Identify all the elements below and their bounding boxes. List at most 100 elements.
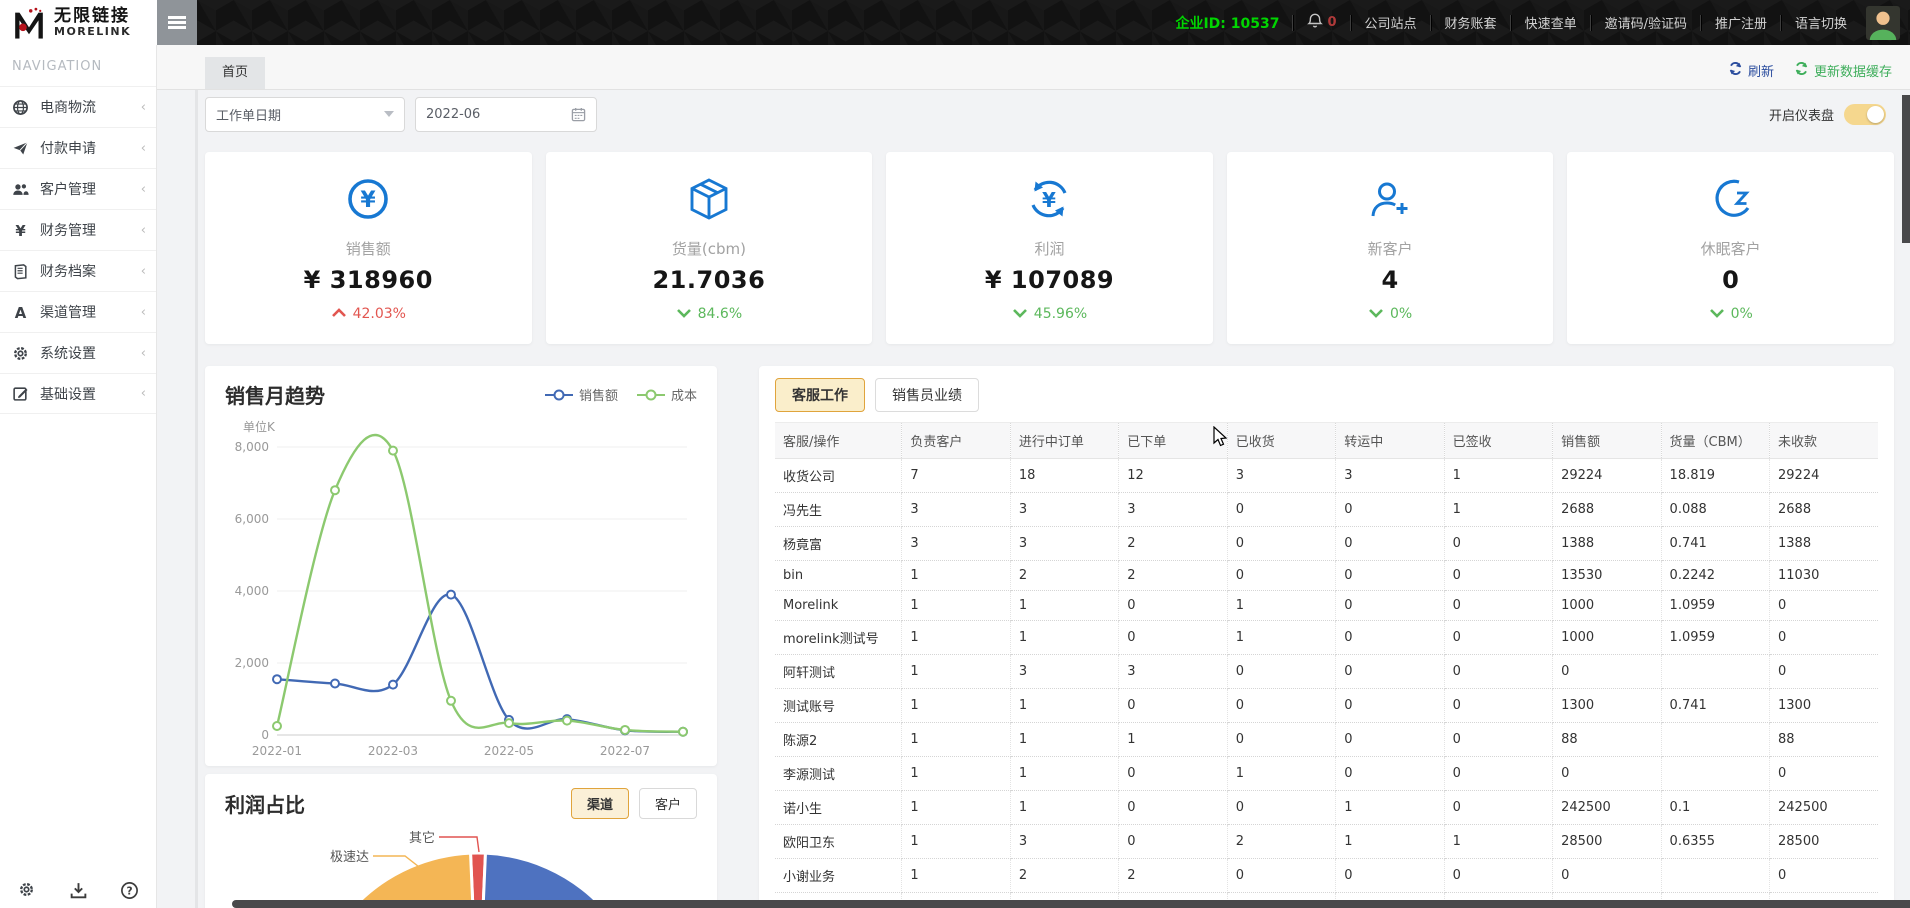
month-value: 2022-06 [426, 107, 480, 122]
content-area: 工作单日期 2022-06 开启仪表盘 [157, 90, 1910, 908]
date-type-select[interactable]: 工作单日期 [205, 97, 405, 132]
legend-label: 销售额 [579, 385, 618, 404]
svg-text:2022-07: 2022-07 [600, 744, 650, 758]
table-header-cell[interactable]: 货量（CBM） [1661, 423, 1769, 459]
user-avatar[interactable] [1866, 6, 1900, 40]
legend-swatch [636, 388, 666, 402]
topbar-link-6[interactable]: 语言切换 [1782, 13, 1860, 32]
vertical-scrollbar[interactable] [1902, 95, 1910, 243]
month-picker-input[interactable]: 2022-06 [415, 97, 597, 132]
table-header-cell[interactable]: 已收货 [1227, 423, 1335, 459]
table-cell-name: morelink测试号 [775, 621, 902, 655]
kpi-delta: 84.6% [698, 306, 742, 322]
help-icon[interactable]: ? [120, 881, 139, 900]
table-row[interactable]: 欧阳卫东130211285000.635528500 [775, 825, 1878, 859]
sales-trend-title: 销售月趋势 [225, 380, 325, 409]
edit-icon [12, 386, 32, 402]
sidebar-toggle-button[interactable] [157, 0, 197, 45]
table-cell: 1 [1010, 791, 1118, 825]
table-row[interactable]: Morelink11010010001.09590 [775, 591, 1878, 621]
calendar-icon [571, 107, 586, 122]
pie-mode-1-button[interactable]: 渠道 [571, 788, 629, 819]
table-cell: 0 [1444, 591, 1552, 621]
table-cell: 0 [1553, 655, 1661, 689]
table-row[interactable]: 李源测试11010000 [775, 757, 1878, 791]
legend-item-1[interactable]: 销售额 [544, 385, 618, 404]
table-cell: 2688 [1770, 493, 1879, 527]
sidebar-item-5[interactable]: 财务档案‹ [0, 250, 156, 291]
table-row[interactable]: 测试账号11000013000.7411300 [775, 689, 1878, 723]
hamburger-icon [168, 16, 186, 29]
sidebar-item-7[interactable]: 系统设置‹ [0, 332, 156, 373]
topbar-link-3[interactable]: 快速查单 [1512, 13, 1590, 32]
tab-home[interactable]: 首页 [205, 57, 265, 89]
table-cell-name: 欧阳卫东 [775, 825, 902, 859]
table-cell-name: 诺小生 [775, 791, 902, 825]
table-header-cell[interactable]: 未收款 [1770, 423, 1879, 459]
table-cell [1661, 655, 1769, 689]
table-cell: 3 [1010, 825, 1118, 859]
legend-item-2[interactable]: 成本 [636, 385, 697, 404]
brand-name-en: MORELINK [54, 26, 131, 38]
svg-text:2022-03: 2022-03 [368, 744, 418, 758]
update-cache-button[interactable]: 更新数据缓存 [1794, 61, 1892, 80]
table-row[interactable]: morelink测试号11010010001.09590 [775, 621, 1878, 655]
table-cell: 0 [1444, 791, 1552, 825]
yen-icon: ¥ [12, 222, 32, 238]
sidebar-item-6[interactable]: A渠道管理‹ [0, 291, 156, 332]
sidebar-item-3[interactable]: 客户管理‹ [0, 168, 156, 209]
notification-bell[interactable]: 0 [1294, 12, 1349, 33]
topbar-link-5[interactable]: 推广注册 [1702, 13, 1780, 32]
horizontal-scrollbar[interactable] [232, 900, 1910, 908]
table-row[interactable]: bin122000135300.224211030 [775, 561, 1878, 591]
pie-mode-2-button[interactable]: 客户 [639, 788, 697, 819]
table-header-cell[interactable]: 负责客户 [902, 423, 1010, 459]
work-table-card: 客服工作销售员业绩 客服/操作负责客户进行中订单已下单已收货转运中已签收销售额货… [759, 366, 1894, 908]
kpi-value: ¥ 318960 [304, 266, 433, 294]
table-row[interactable]: 收货公司718123312922418.81929224 [775, 459, 1878, 493]
table-cell: 0 [1444, 859, 1552, 893]
mouse-cursor [1210, 426, 1230, 448]
dashboard-toggle[interactable] [1844, 104, 1886, 125]
topbar-link-1[interactable]: 公司站点 [1352, 13, 1430, 32]
table-header-cell[interactable]: 销售额 [1553, 423, 1661, 459]
table-row[interactable]: 小谢业务12200000 [775, 859, 1878, 893]
svg-text:?: ? [126, 885, 132, 897]
table-cell: 18 [1010, 459, 1118, 493]
sidebar-item-4[interactable]: ¥财务管理‹ [0, 209, 156, 250]
table-cell-name: 李源测试 [775, 757, 902, 791]
kpi-card-4: 新客户40% [1227, 152, 1554, 344]
table-header-cell[interactable]: 进行中订单 [1010, 423, 1118, 459]
table-cell: 28500 [1553, 825, 1661, 859]
table-header-cell[interactable]: 已签收 [1444, 423, 1552, 459]
download-icon[interactable] [69, 881, 88, 900]
topbar-link-2[interactable]: 财务账套 [1432, 13, 1510, 32]
sidebar-item-label: 财务管理 [40, 220, 141, 240]
box-icon [686, 176, 732, 226]
table-row[interactable]: 杨竟富33200013880.7411388 [775, 527, 1878, 561]
table-row[interactable]: 阿轩测试13300000 [775, 655, 1878, 689]
table-cell: 3 [1010, 655, 1118, 689]
refresh-button[interactable]: 刷新 [1728, 61, 1774, 80]
table-header-cell[interactable]: 客服/操作 [775, 423, 902, 459]
sidebar-item-2[interactable]: 付款申请‹ [0, 127, 156, 168]
book-icon [12, 263, 32, 279]
kpi-label: 新客户 [1368, 238, 1413, 259]
refresh-label: 刷新 [1748, 61, 1774, 80]
sidebar-item-8[interactable]: 基础设置‹ [0, 373, 156, 414]
topbar-link-4[interactable]: 邀请码/验证码 [1592, 13, 1700, 32]
table-row[interactable]: 诺小生1100102425000.1242500 [775, 791, 1878, 825]
table-row[interactable]: 冯先生33300126880.0882688 [775, 493, 1878, 527]
table-cell-name: 杨竟富 [775, 527, 902, 561]
trend-down-icon [1709, 306, 1725, 322]
table-cell-name: 阿轩测试 [775, 655, 902, 689]
brand-logo[interactable]: 无限链接 MORELINK [0, 0, 157, 45]
work-table-tab-1[interactable]: 客服工作 [775, 378, 865, 412]
table-header-cell[interactable]: 转运中 [1336, 423, 1444, 459]
svg-text:0: 0 [261, 728, 269, 742]
gear-icon[interactable] [18, 881, 37, 900]
table-row[interactable]: 陈源21110008888 [775, 723, 1878, 757]
work-table-tab-2[interactable]: 销售员业绩 [875, 378, 979, 412]
table-cell: 1 [902, 757, 1010, 791]
sidebar-item-1[interactable]: 电商物流‹ [0, 86, 156, 127]
